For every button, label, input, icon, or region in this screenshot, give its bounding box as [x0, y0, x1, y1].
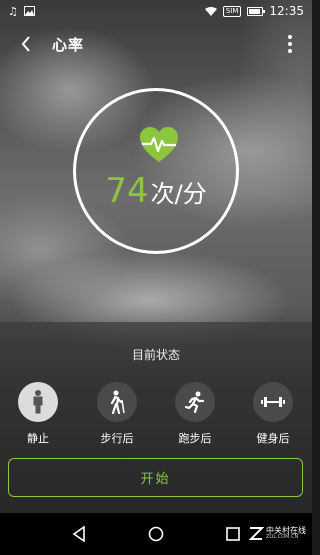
more-options-button[interactable]	[280, 30, 300, 58]
running-person-icon	[185, 391, 205, 413]
page-title: 心率	[52, 35, 85, 54]
heart-rate-value: 74	[105, 171, 149, 211]
state-rest-circle	[18, 382, 58, 422]
standing-person-icon	[33, 390, 43, 414]
start-button[interactable]: 开始	[8, 458, 303, 497]
zol-logo-icon	[248, 527, 264, 540]
sim-badge: SIM	[222, 5, 242, 17]
state-options: 静止 步行后 跑步后 健身后	[0, 382, 312, 452]
state-option-rest[interactable]: 静止	[10, 382, 66, 446]
more-dot-icon	[288, 42, 292, 46]
state-label: 步行后	[100, 432, 134, 445]
wifi-icon	[204, 6, 217, 16]
more-dot-icon	[288, 49, 292, 53]
watermark-text: 中关村在线 ZOL.COM.CN	[266, 526, 306, 540]
app-bar: 心率	[0, 28, 312, 60]
triangle-back-icon	[72, 526, 85, 542]
watermark-domain: ZOL.COM.CN	[266, 533, 299, 540]
state-label: 静止	[27, 432, 49, 445]
state-option-after-walk[interactable]: 步行后	[89, 382, 145, 446]
state-section-title: 目前状态	[131, 348, 180, 362]
state-option-after-run[interactable]: 跑步后	[167, 382, 223, 446]
status-bar: ♫ SIM 12:35	[0, 0, 312, 22]
zol-watermark: 中关村在线 ZOL.COM.CN	[248, 525, 306, 541]
state-workout-circle	[253, 382, 293, 422]
circle-home-icon	[148, 526, 164, 542]
status-notifications: ♫	[8, 6, 35, 17]
status-time: 12:35	[269, 4, 304, 18]
nav-recents-button[interactable]	[218, 519, 248, 549]
dumbbell-icon	[261, 397, 285, 407]
state-walk-circle	[97, 382, 137, 422]
heart-rate-unit: 次/分	[150, 180, 207, 208]
battery-fill	[249, 8, 260, 14]
nav-home-button[interactable]	[141, 519, 171, 549]
back-button[interactable]	[12, 30, 40, 58]
more-dot-icon	[288, 35, 292, 39]
state-run-circle	[175, 382, 215, 422]
music-note-icon: ♫	[8, 4, 18, 18]
state-option-after-workout[interactable]: 健身后	[245, 382, 301, 446]
image-icon	[23, 6, 35, 16]
heart-rate-readout: 74 次/分	[76, 171, 236, 211]
status-system: SIM 12:35	[204, 4, 304, 18]
chevron-left-icon	[21, 36, 30, 52]
heart-rate-ring: 74 次/分	[73, 88, 239, 254]
square-recents-icon	[226, 527, 241, 541]
app-screen: ♫ SIM 12:35 心率 74 次/分 目前状态 静止 步行后 跑步后 健身…	[0, 0, 312, 555]
nav-back-button[interactable]	[64, 519, 94, 549]
walking-person-icon	[110, 390, 125, 414]
heart-pulse-icon	[140, 127, 178, 162]
battery-icon	[247, 6, 266, 16]
state-label: 跑步后	[178, 432, 212, 445]
state-label: 健身后	[256, 432, 290, 445]
state-panel: 目前状态 静止 步行后 跑步后 健身后 开始	[0, 322, 312, 512]
